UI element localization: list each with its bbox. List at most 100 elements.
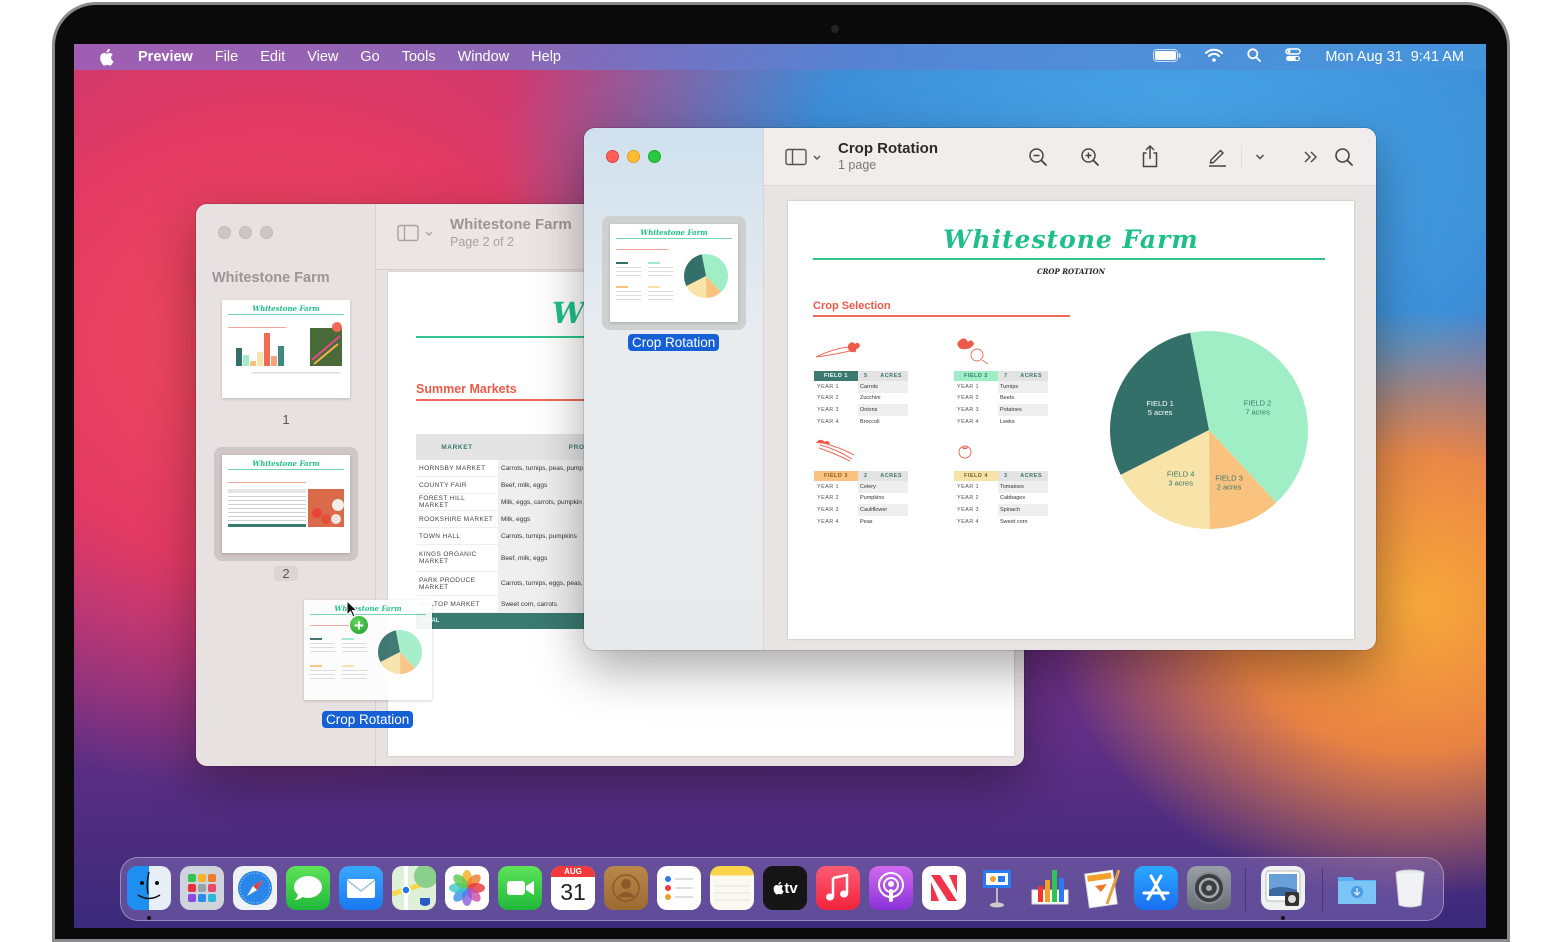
dock-downloads[interactable] (1335, 866, 1379, 910)
dock-photos[interactable] (445, 866, 489, 910)
field-year-row: YEAR 2 Pumpkins (814, 493, 908, 505)
back-window-title: Whitestone Farm (450, 216, 572, 233)
markup-button[interactable] (1204, 143, 1230, 169)
menu-bar-clock[interactable]: Mon Aug 31 9:41 AM (1325, 49, 1464, 65)
launchpad-icon (188, 874, 216, 902)
document-subtitle: CROP ROTATION (1037, 267, 1105, 276)
page-1-preview: Whitestone Farm (616, 228, 732, 300)
share-button[interactable] (1138, 142, 1162, 170)
dock-mail[interactable] (339, 866, 383, 910)
menu-bar: Preview File Edit View Go Tools Window H… (74, 44, 1486, 70)
sidebar-document-title: Whitestone Farm (212, 270, 330, 286)
field-acres: 5 ACRES (858, 371, 908, 381)
menu-view[interactable]: View (307, 49, 338, 65)
field-1-table: FIELD 1 5 ACRES YEAR 1 Carrots YEAR 2 Zucchin… (814, 371, 908, 427)
minimize-button[interactable] (627, 150, 640, 163)
zoom-button[interactable] (648, 150, 661, 163)
dock-finder[interactable] (127, 866, 171, 910)
more-toolbar-items-button[interactable] (1300, 146, 1322, 168)
dock-notes[interactable] (710, 866, 754, 910)
menu-help[interactable]: Help (531, 49, 561, 65)
dock-facetime[interactable] (498, 866, 542, 910)
dock-safari[interactable] (233, 866, 277, 910)
markup-options-button[interactable] (1250, 148, 1270, 166)
crop-name: Celery (858, 481, 908, 493)
menu-file[interactable]: File (215, 49, 238, 65)
app-store-icon (1142, 874, 1170, 901)
spotlight-search-icon[interactable] (1247, 48, 1262, 66)
field-rows: YEAR 1 Turnips YEAR 2 Beets YEAR 3 Potatoes YE… (954, 381, 1048, 427)
crop-rotation-document: Whitestone Farm CROP ROTATION Crop Selec… (788, 201, 1354, 639)
dock-numbers[interactable] (1028, 866, 1072, 910)
dock-launchpad[interactable] (180, 866, 224, 910)
dragged-page-label: Crop Rotation (322, 711, 414, 728)
preview-running-indicator (1281, 916, 1285, 920)
dock-pages[interactable] (1081, 866, 1125, 910)
field-year-row: YEAR 2 Zucchini (814, 393, 908, 405)
menu-tools[interactable]: Tools (402, 49, 436, 65)
dock-music[interactable] (816, 866, 860, 910)
svg-text:Whitestone Farm: Whitestone Farm (334, 604, 401, 613)
page-thumbnail-1[interactable]: Whitestone Farm (610, 224, 738, 322)
minimize-button[interactable] (239, 226, 252, 239)
window-controls (606, 150, 661, 163)
crop-name: Peas (860, 518, 873, 525)
field-acres: 3 ACRES (998, 471, 1048, 481)
close-button[interactable] (606, 150, 619, 163)
apple-menu-icon[interactable] (98, 48, 116, 66)
dock-calendar[interactable]: AUG 31 (551, 866, 595, 910)
thumb-title: Whitestone Farm (252, 304, 319, 313)
field-4-table: FIELD 4 3 ACRES YEAR 1 Tomatoes YEAR 2 Cabbag… (954, 471, 1048, 527)
dragged-page-thumbnail[interactable]: Whitestone Farm (304, 600, 432, 700)
year-label: YEAR 2 (957, 495, 979, 502)
menu-edit[interactable]: Edit (260, 49, 285, 65)
page-thumbnail-1[interactable]: Whitestone Farm (222, 300, 350, 398)
field-rows: YEAR 1 Celery YEAR 2 Pumpkins YEAR 3 Cauliflo… (814, 481, 908, 527)
field-acreage-pie-chart: FIELD 27 acres FIELD 32 acres FIELD 43 acr… (1110, 331, 1308, 529)
battery-icon[interactable] (1153, 48, 1181, 66)
dock-messages[interactable] (286, 866, 330, 910)
dock-system-preferences[interactable] (1187, 866, 1231, 910)
menu-go[interactable]: Go (360, 49, 379, 65)
close-button[interactable] (218, 226, 231, 239)
dock-maps[interactable] (392, 866, 436, 910)
keynote-icon (983, 870, 1011, 908)
menu-preview[interactable]: Preview (138, 49, 193, 65)
dock-contacts[interactable] (604, 866, 648, 910)
zoom-out-button[interactable] (1026, 145, 1050, 169)
dock-news[interactable] (922, 866, 966, 910)
dock-keynote[interactable] (975, 866, 1019, 910)
dock-preview[interactable] (1261, 866, 1305, 910)
crop-name: Beets (1000, 395, 1015, 402)
maps-icon (392, 866, 436, 910)
control-center-icon[interactable] (1285, 48, 1302, 66)
search-button[interactable] (1332, 145, 1356, 169)
zoom-out-icon (1029, 148, 1047, 166)
finder-running-indicator (147, 916, 151, 920)
dock-trash[interactable] (1388, 866, 1432, 910)
dock-reminders[interactable] (657, 866, 701, 910)
sidebar-toggle-button[interactable] (784, 146, 824, 168)
zoom-button[interactable] (260, 226, 273, 239)
field-year-row: YEAR 1 Carrots (814, 381, 908, 393)
year-label: YEAR 3 (957, 406, 979, 413)
field-name: FIELD 4 (954, 471, 998, 481)
crop-rotation-window: Whitestone Farm Crop Rotation Crop Rotat… (584, 128, 1376, 650)
page-thumbnail-2[interactable]: Whitestone Farm (222, 455, 350, 553)
menu-window[interactable]: Window (458, 49, 510, 65)
field-header: FIELD 4 3 ACRES (954, 471, 1048, 481)
dock-podcasts[interactable] (869, 866, 913, 910)
zoom-in-button[interactable] (1078, 145, 1102, 169)
camera (831, 25, 839, 33)
market-cell: KINGS ORGANIC MARKET (419, 551, 477, 565)
dock-apple-tv[interactable]: tv (763, 866, 807, 910)
dock-app-store[interactable] (1134, 866, 1178, 910)
sidebar-toggle-button[interactable] (396, 222, 436, 244)
sidebar-toggle-icon (785, 148, 821, 166)
dock-separator (1245, 868, 1246, 912)
thumb-title: Whitestone Farm (252, 459, 319, 468)
crop-name: Onions (858, 404, 908, 416)
numbers-icon (1031, 870, 1069, 905)
celery-icon (816, 439, 855, 462)
wifi-icon[interactable] (1205, 48, 1224, 66)
